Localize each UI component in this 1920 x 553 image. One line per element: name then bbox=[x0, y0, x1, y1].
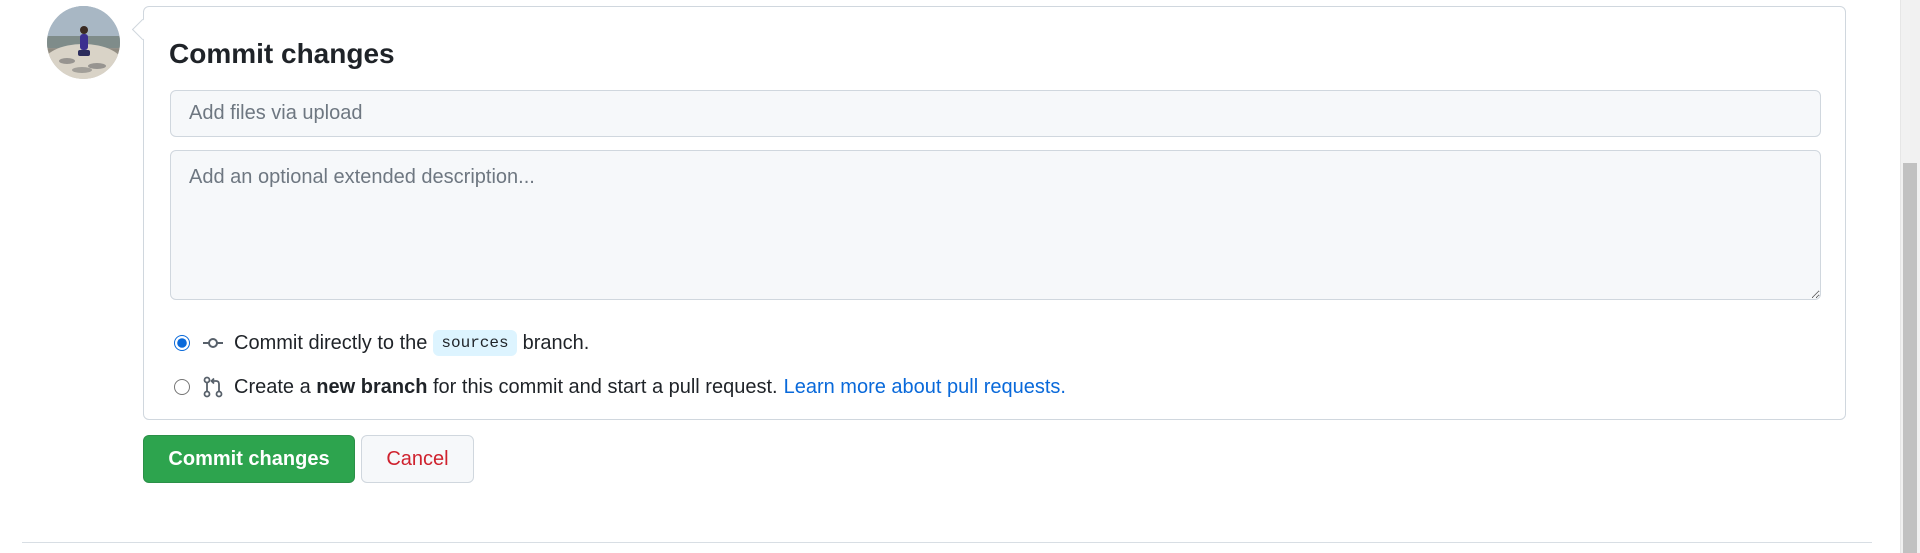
cancel-button[interactable]: Cancel bbox=[361, 435, 474, 483]
commit-description-textarea[interactable] bbox=[170, 150, 1821, 300]
commit-summary-input[interactable] bbox=[170, 90, 1821, 137]
new-branch-radio[interactable] bbox=[174, 379, 190, 395]
commit-changes-button[interactable]: Commit changes bbox=[143, 435, 355, 483]
page-scrollbar[interactable] bbox=[1900, 0, 1920, 553]
avatar-image bbox=[47, 6, 120, 79]
commit-changes-box: Commit changes Commit directly to the so… bbox=[143, 6, 1846, 420]
user-avatar[interactable] bbox=[47, 6, 120, 79]
learn-more-pull-requests-link[interactable]: Learn more about pull requests. bbox=[784, 376, 1066, 399]
scrollbar-thumb[interactable] bbox=[1903, 163, 1917, 553]
new-branch-option[interactable]: Create a new branch for this commit and … bbox=[174, 373, 1066, 401]
commit-direct-option[interactable]: Commit directly to the sources branch. bbox=[174, 329, 589, 357]
page: Commit changes Commit directly to the so… bbox=[0, 0, 1920, 553]
new-branch-bold: new branch bbox=[316, 375, 428, 398]
branch-name-chip: sources bbox=[433, 330, 517, 356]
new-branch-suffix: for this commit and start a pull request… bbox=[432, 375, 778, 398]
git-pull-request-icon bbox=[200, 374, 226, 400]
footer-divider bbox=[22, 542, 1872, 543]
commit-direct-suffix: branch. bbox=[522, 331, 590, 354]
new-branch-prefix: Create a bbox=[234, 375, 311, 398]
commit-title: Commit changes bbox=[169, 38, 395, 69]
commit-direct-radio[interactable] bbox=[174, 335, 190, 351]
git-commit-icon bbox=[200, 330, 226, 356]
commit-direct-prefix: Commit directly to the bbox=[234, 331, 428, 354]
